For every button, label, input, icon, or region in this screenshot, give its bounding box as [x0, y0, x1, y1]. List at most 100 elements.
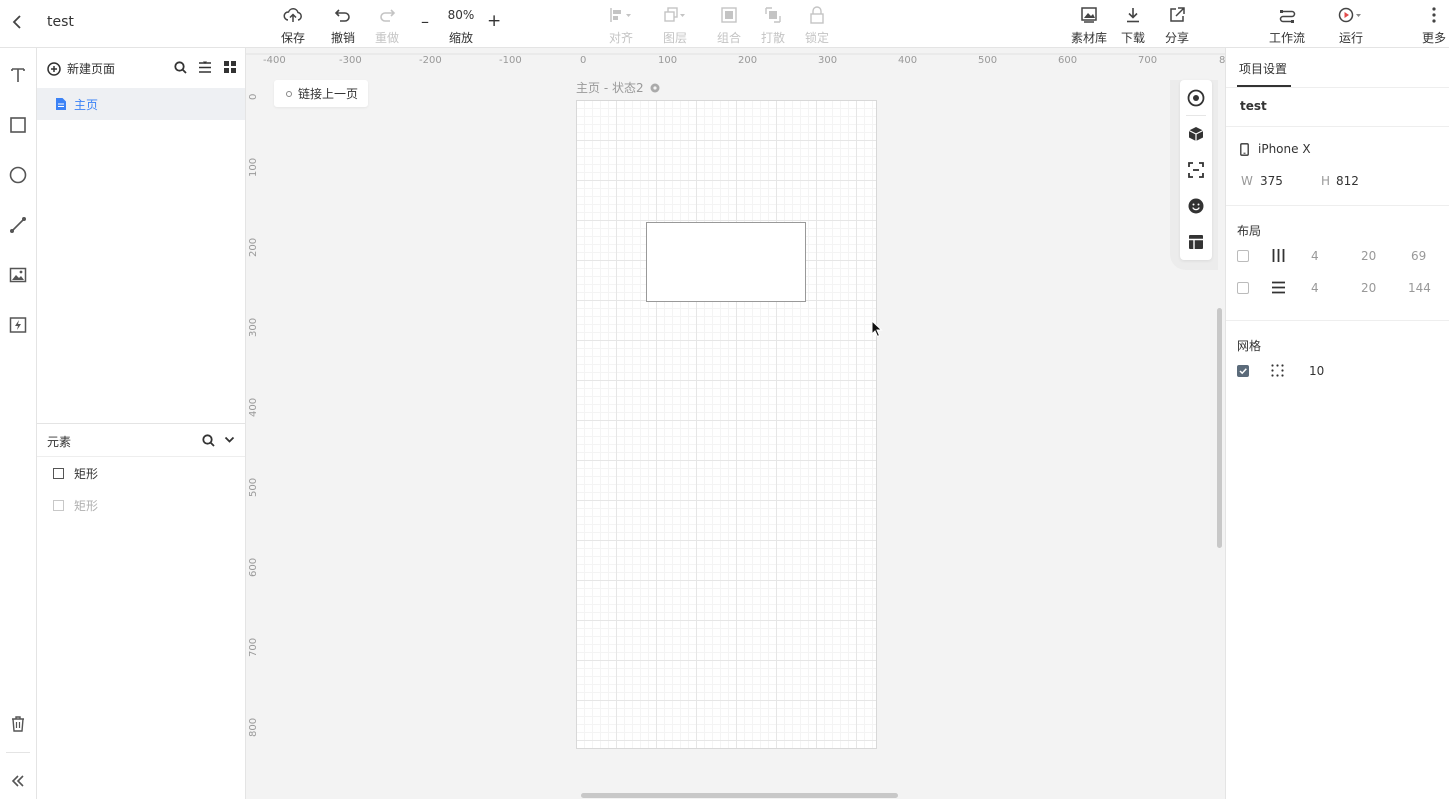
floating-toolbar: [1180, 80, 1212, 260]
vertical-scrollbar[interactable]: [1217, 308, 1222, 548]
layout-columns-width[interactable]: 69: [1411, 249, 1426, 263]
zoom-control[interactable]: 80% 缩放: [445, 0, 477, 48]
vertical-ruler: 0 100 200 300 400 500 600 700 800: [246, 70, 268, 799]
emoji-button[interactable]: [1186, 196, 1206, 216]
grid-view-button[interactable]: [224, 61, 236, 73]
width-label: W: [1241, 174, 1253, 188]
image-tool[interactable]: [5, 262, 31, 288]
download-icon: [1127, 8, 1139, 23]
scan-button[interactable]: [1186, 160, 1206, 180]
grid-icon: [224, 61, 236, 73]
grid-size-input[interactable]: 10: [1309, 364, 1324, 378]
ruler-label: 0: [248, 93, 259, 100]
artboard[interactable]: [576, 100, 877, 749]
zoom-out-button[interactable]: –: [421, 12, 429, 31]
page-item-home[interactable]: 主页: [37, 88, 245, 120]
tab-project-settings[interactable]: 项目设置: [1239, 60, 1287, 77]
layout-rows-height[interactable]: 144: [1408, 281, 1431, 295]
search-elements-button[interactable]: [202, 434, 215, 447]
back-button[interactable]: [10, 14, 24, 30]
layout-columns-count[interactable]: 4: [1311, 249, 1319, 263]
layout-columns-checkbox[interactable]: [1237, 250, 1249, 262]
run-button[interactable]: 运行: [1336, 0, 1366, 48]
layout-columns-gutter[interactable]: 20: [1361, 249, 1376, 263]
device-select[interactable]: iPhone X: [1240, 142, 1311, 156]
divider: [1226, 126, 1449, 127]
line-tool[interactable]: [5, 212, 31, 238]
element-item[interactable]: 矩形: [53, 465, 98, 482]
assets-button[interactable]: 素材库: [1070, 0, 1108, 48]
download-button[interactable]: 下载: [1119, 0, 1147, 48]
ruler-label: 600: [248, 557, 259, 577]
text-tool[interactable]: [5, 62, 31, 88]
redo-icon: [380, 9, 396, 22]
trash-icon: [12, 716, 24, 732]
more-button[interactable]: 更多: [1420, 0, 1448, 48]
target-button[interactable]: [1186, 88, 1206, 108]
project-title[interactable]: test: [1240, 99, 1267, 113]
layout-rows-checkbox[interactable]: [1237, 282, 1249, 294]
share-button[interactable]: 分享: [1163, 0, 1191, 48]
divider: [1226, 87, 1449, 88]
chevron-down-icon: [224, 436, 235, 443]
grid-checkbox[interactable]: [1237, 365, 1249, 377]
element-item[interactable]: 矩形: [53, 497, 98, 514]
3d-button[interactable]: [1186, 124, 1206, 144]
divider: [37, 456, 245, 457]
scan-icon: [1188, 162, 1204, 178]
grid-section-title: 网格: [1237, 339, 1262, 353]
project-name[interactable]: test: [47, 14, 74, 30]
artboard-title[interactable]: 主页 - 状态2: [576, 79, 661, 96]
divider: [6, 752, 30, 753]
layout-section-title: 布局: [1237, 224, 1262, 238]
rectangle-tool[interactable]: [5, 112, 31, 138]
trash-tool[interactable]: [5, 711, 31, 737]
new-page-button[interactable]: 新建页面: [47, 60, 115, 77]
collapse-panel-button[interactable]: [5, 768, 31, 794]
divider: [1186, 115, 1206, 116]
rectangle-icon: [53, 468, 64, 479]
search-icon: [174, 61, 187, 74]
mouse-cursor-icon: [871, 320, 883, 338]
ungroup-button[interactable]: 打散: [760, 0, 786, 48]
pages-panel: 新建页面 主页: [37, 48, 246, 423]
settings-panel: 项目设置 test iPhone X W 375 H 812 布局 4 20 6…: [1225, 48, 1449, 799]
lock-button[interactable]: 锁定: [804, 0, 830, 48]
columns-icon: [1272, 249, 1285, 262]
divider: [1226, 205, 1449, 206]
layout-rows-count[interactable]: 4: [1311, 281, 1319, 295]
cube-icon: [1188, 127, 1204, 141]
ellipse-tool[interactable]: [5, 162, 31, 188]
ruler-label: 400: [248, 397, 259, 417]
ruler-label: 500: [978, 55, 998, 66]
group-button[interactable]: 组合: [716, 0, 742, 48]
expand-elements-button[interactable]: [224, 436, 235, 444]
align-button[interactable]: 对齐: [606, 0, 636, 48]
ruler-label: -400: [263, 55, 286, 66]
horizontal-scrollbar[interactable]: [581, 793, 898, 798]
search-icon: [202, 434, 215, 447]
search-pages-button[interactable]: [174, 61, 187, 74]
height-input[interactable]: 812: [1336, 174, 1359, 188]
top-toolbar: test 保存 撤销 重做 – 80% 缩放 + 对齐 图层 组合 打散 锁定 …: [0, 0, 1449, 48]
zoom-in-button[interactable]: +: [487, 11, 501, 31]
redo-button[interactable]: 重做: [373, 0, 401, 48]
list-view-button[interactable]: [198, 61, 212, 74]
width-input[interactable]: 375: [1260, 174, 1283, 188]
ruler-label: 200: [738, 55, 758, 66]
image-library-icon: [1081, 7, 1097, 23]
rectangle-shape[interactable]: [646, 222, 806, 302]
ruler-label: 500: [248, 477, 259, 497]
ruler-label: 600: [1058, 55, 1078, 66]
save-button[interactable]: 保存: [279, 0, 307, 48]
cloud-upload-icon: [283, 8, 302, 22]
component-tool[interactable]: [5, 312, 31, 338]
layout-button[interactable]: [1186, 232, 1206, 252]
group-icon: [721, 7, 737, 23]
link-previous-page-button[interactable]: 链接上一页: [274, 80, 369, 107]
layout-rows-gutter[interactable]: 20: [1361, 281, 1376, 295]
layer-button[interactable]: 图层: [660, 0, 690, 48]
double-chevron-left-icon: [11, 775, 24, 787]
workflow-button[interactable]: 工作流: [1268, 0, 1306, 48]
undo-button[interactable]: 撤销: [329, 0, 357, 48]
